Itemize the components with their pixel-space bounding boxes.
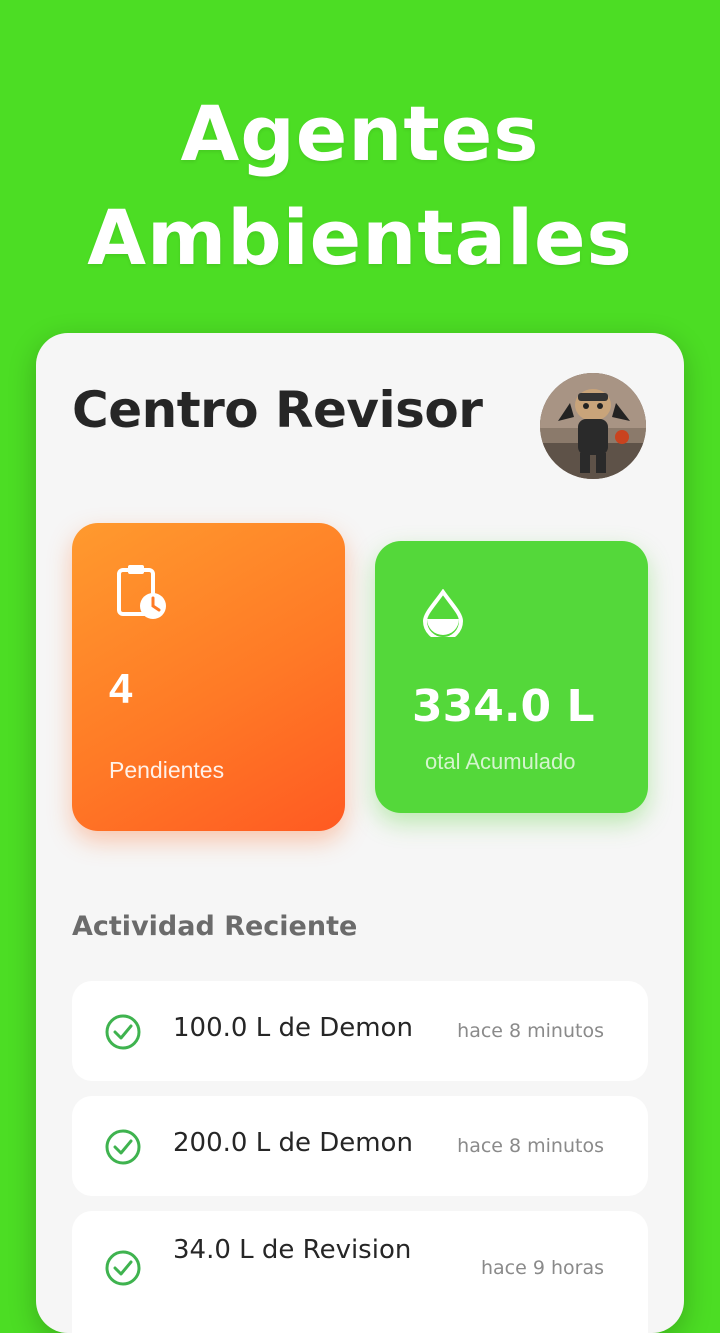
activity-time: hace 9 horas [480, 1257, 604, 1279]
avatar-image [540, 373, 646, 479]
check-circle-icon [104, 1013, 142, 1056]
activity-text: 200.0 L de Demon [173, 1128, 413, 1158]
page-title: Centro Revisor [72, 381, 483, 439]
headline-line-1: Agentes [180, 89, 540, 178]
headline-line-2: Ambientales [87, 193, 633, 282]
check-circle-icon [104, 1249, 142, 1292]
total-value: 334.0 L [412, 681, 595, 732]
pending-label: Pendientes [109, 757, 225, 783]
total-card[interactable]: 334.0 L otal Acumulado [375, 541, 648, 813]
clipboard-clock-icon [116, 563, 168, 626]
app-screen: Centro Revisor 4 Pendientes 334.0 L otal… [36, 333, 684, 1333]
pending-count: 4 [109, 665, 133, 712]
activity-item[interactable]: 34.0 L de Revision hace 9 horas [72, 1211, 648, 1333]
promo-headline: Agentes Ambientales [0, 82, 720, 290]
activity-item[interactable]: 100.0 L de Demon hace 8 minutos [72, 981, 648, 1081]
activity-item[interactable]: 200.0 L de Demon hace 8 minutos [72, 1096, 648, 1196]
activity-text: 34.0 L de Revision [173, 1235, 412, 1265]
total-label: otal Acumulado [425, 749, 576, 774]
avatar[interactable] [540, 373, 646, 479]
check-circle-icon [104, 1128, 142, 1171]
water-drop-icon [419, 588, 467, 642]
activity-time: hace 8 minutos [457, 1135, 604, 1157]
section-title: Actividad Reciente [72, 911, 358, 942]
activity-text: 100.0 L de Demon [173, 1013, 413, 1043]
activity-time: hace 8 minutos [457, 1020, 604, 1042]
pending-card[interactable]: 4 Pendientes [72, 523, 345, 831]
